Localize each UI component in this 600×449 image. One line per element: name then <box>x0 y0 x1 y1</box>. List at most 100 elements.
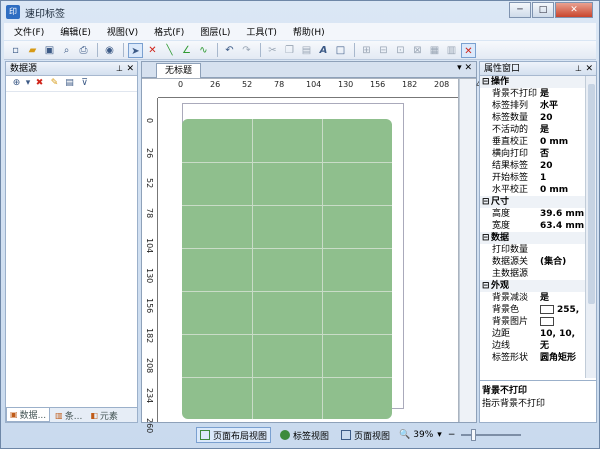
delete-icon[interactable]: ✕ <box>145 43 160 58</box>
label-sheet[interactable] <box>182 119 392 419</box>
maximize-button[interactable]: □ <box>532 2 554 18</box>
property-value[interactable]: 是 <box>540 124 586 136</box>
property-value[interactable]: 0 mm <box>540 136 586 148</box>
paste-icon[interactable]: ▤ <box>299 43 314 58</box>
zoom-slider-knob[interactable] <box>471 429 477 441</box>
properties-icon[interactable]: ▤ <box>63 77 76 90</box>
property-value[interactable]: 255, <box>540 304 586 316</box>
property-row[interactable]: 不活动的 是 <box>480 124 586 136</box>
property-value[interactable]: 20 <box>540 160 586 172</box>
copy-icon[interactable]: ❐ <box>282 43 297 58</box>
property-value[interactable]: 圆角矩形 <box>540 352 586 364</box>
align-top-icon[interactable]: ⊡ <box>393 43 408 58</box>
save-icon[interactable]: ▣ <box>42 43 57 58</box>
close-icon[interactable]: ✕ <box>126 62 134 76</box>
property-value[interactable]: 10, 10, <box>540 328 586 340</box>
dropdown-icon[interactable]: ▾ <box>25 77 31 90</box>
property-row[interactable]: 标签排列 水平 <box>480 100 586 112</box>
database-icon[interactable]: ◉ <box>102 43 117 58</box>
property-group[interactable]: ⊟尺寸 <box>480 196 586 208</box>
line-icon[interactable]: ╲ <box>162 43 177 58</box>
property-value[interactable]: 水平 <box>540 100 586 112</box>
zoom-dropdown-icon[interactable]: ▾ <box>437 430 442 440</box>
property-row[interactable]: 宽度 63.4 mm <box>480 220 586 232</box>
property-row[interactable]: 标签数量 20 <box>480 112 586 124</box>
pointer-icon[interactable]: ➤ <box>128 42 143 58</box>
property-row[interactable]: 结果标签 20 <box>480 160 586 172</box>
property-row[interactable]: 开始标签 1 <box>480 172 586 184</box>
property-row[interactable]: 数据源关 (集合) <box>480 256 586 268</box>
menu-tools[interactable]: 工具(T) <box>246 25 277 38</box>
open-icon[interactable]: ▰ <box>25 43 40 58</box>
zoom-minus-icon[interactable]: − <box>448 430 456 440</box>
pin-icon[interactable]: ⊥ <box>575 62 582 76</box>
color-swatch[interactable] <box>540 317 554 326</box>
collapse-icon[interactable]: ⊟ <box>482 196 491 208</box>
new-icon[interactable]: ▫ <box>8 43 23 58</box>
menu-file[interactable]: 文件(F) <box>14 25 44 38</box>
property-row[interactable]: 打印数量 <box>480 244 586 256</box>
curve-icon[interactable]: ∠ <box>179 43 194 58</box>
page-view-button[interactable]: 页面视图 <box>338 427 393 443</box>
edit-datasource-icon[interactable]: ✎ <box>48 77 61 90</box>
close-button[interactable]: ✕ <box>555 2 593 18</box>
property-row[interactable]: 边线 无 <box>480 340 586 352</box>
tab-data[interactable]: ▣ 数据... <box>6 408 51 422</box>
property-row[interactable]: 背景图片 <box>480 316 586 328</box>
property-row[interactable]: 高度 39.6 mm <box>480 208 586 220</box>
scroll-thumb[interactable] <box>588 84 595 304</box>
collapse-icon[interactable]: ⊟ <box>482 76 491 88</box>
align-bottom-icon[interactable]: ⊠ <box>410 43 425 58</box>
property-row[interactable]: 背景色 255, <box>480 304 586 316</box>
property-row[interactable]: 垂直校正 0 mm <box>480 136 586 148</box>
property-row[interactable]: 边距 10, 10, <box>480 328 586 340</box>
label-canvas[interactable] <box>158 98 458 422</box>
lock-icon[interactable]: ▥ <box>444 43 459 58</box>
menu-format[interactable]: 格式(F) <box>154 25 184 38</box>
tab-elements[interactable]: ◧ 元素 <box>87 408 121 422</box>
rectangle-icon[interactable]: □ <box>333 43 348 58</box>
close-red-icon[interactable]: ✕ <box>461 42 476 58</box>
path-icon[interactable]: ∿ <box>196 43 211 58</box>
property-value[interactable]: 20 <box>540 112 586 124</box>
minimize-button[interactable]: ─ <box>509 2 531 18</box>
property-row[interactable]: 水平校正 0 mm <box>480 184 586 196</box>
pin-icon[interactable]: ⊥ <box>116 62 123 76</box>
property-value[interactable]: 是 <box>540 88 586 100</box>
remove-datasource-icon[interactable]: ✖ <box>33 77 46 90</box>
redo-icon[interactable]: ↷ <box>239 43 254 58</box>
property-value[interactable] <box>540 244 586 256</box>
undo-icon[interactable]: ↶ <box>222 43 237 58</box>
menu-view[interactable]: 视图(V) <box>107 25 138 38</box>
align-right-icon[interactable]: ⊟ <box>376 43 391 58</box>
menu-layer[interactable]: 图层(L) <box>200 25 230 38</box>
print-icon[interactable]: ⎙ <box>76 43 91 58</box>
property-value[interactable] <box>540 268 586 280</box>
property-row[interactable]: 背景减淡 是 <box>480 292 586 304</box>
property-scrollbar[interactable] <box>585 76 596 378</box>
close-icon[interactable]: ✕ <box>585 62 593 76</box>
add-datasource-icon[interactable]: ⊕ <box>10 77 23 90</box>
property-row[interactable]: 横向打印 否 <box>480 148 586 160</box>
zoom-control[interactable]: 🔍 39% ▾ − <box>399 429 522 441</box>
filter-icon[interactable]: ⊽ <box>78 77 91 90</box>
cut-icon[interactable]: ✂ <box>265 43 280 58</box>
label-view-button[interactable]: 标签视图 <box>277 427 332 443</box>
tab-untitled[interactable]: 无标题 <box>156 63 202 78</box>
property-row[interactable]: 背景不打印是 <box>480 88 586 100</box>
menu-edit[interactable]: 编辑(E) <box>60 25 91 38</box>
property-group[interactable]: ⊟操作 <box>480 76 586 88</box>
doc-tab-controls[interactable]: ▾ ✕ <box>457 63 472 73</box>
property-row[interactable]: 标签形状 圆角矩形 <box>480 352 586 364</box>
property-value[interactable]: 是 <box>540 292 586 304</box>
property-group[interactable]: ⊟外观 <box>480 280 586 292</box>
property-group[interactable]: ⊟数据 <box>480 232 586 244</box>
tab-barcode[interactable]: ▥ 条... <box>52 408 85 422</box>
property-value[interactable]: 否 <box>540 148 586 160</box>
property-value[interactable] <box>540 316 586 328</box>
align-left-icon[interactable]: ⊞ <box>359 43 374 58</box>
property-value[interactable]: 0 mm <box>540 184 586 196</box>
property-value[interactable]: 无 <box>540 340 586 352</box>
zoom-slider[interactable] <box>461 429 522 441</box>
color-swatch[interactable] <box>540 305 554 314</box>
